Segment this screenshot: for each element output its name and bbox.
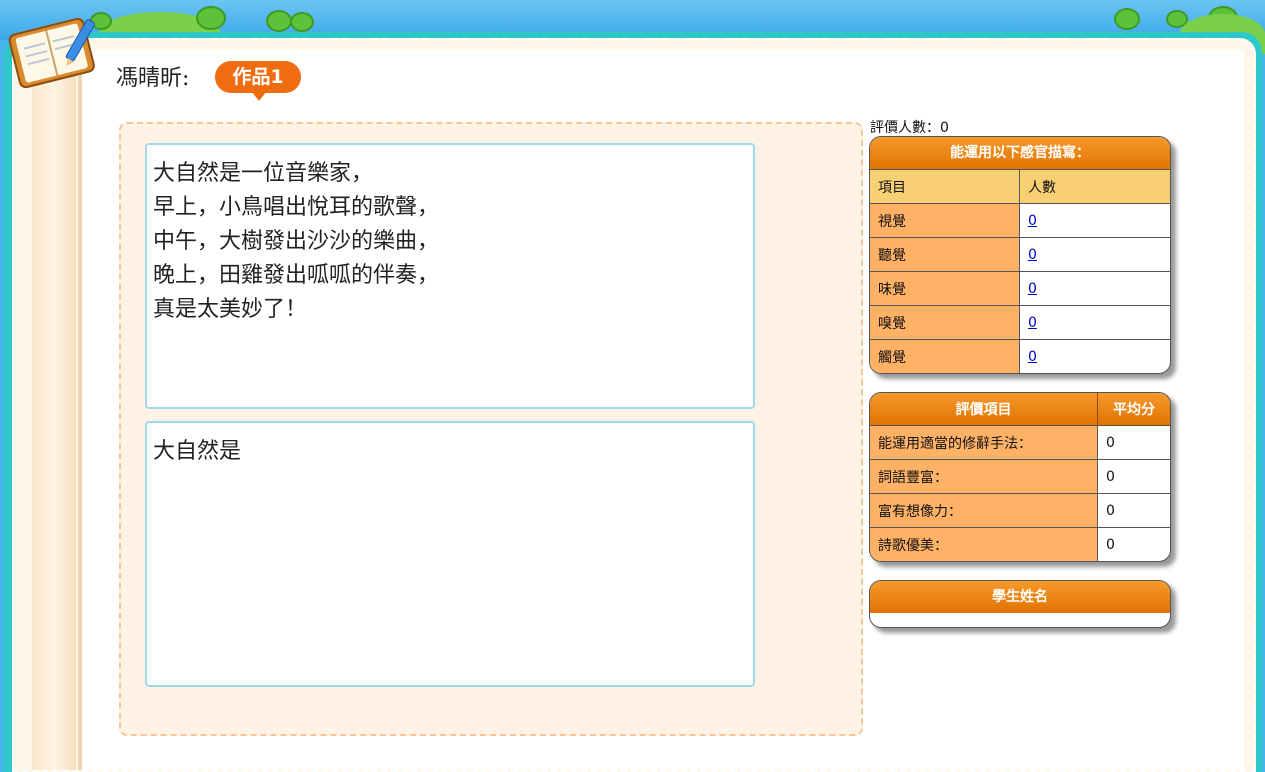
sense-label: 嗅覺 bbox=[870, 305, 1020, 340]
author-name: 馮晴昕: bbox=[116, 66, 190, 91]
sense-label: 味覺 bbox=[870, 271, 1020, 306]
table-row: 詩歌優美： 0 bbox=[870, 527, 1170, 561]
students-panel: 學生姓名 bbox=[869, 580, 1171, 628]
table-row: 視覺 0 bbox=[870, 203, 1170, 238]
sense-label: 視覺 bbox=[870, 203, 1020, 238]
rating-label: 能運用適當的修辭手法： bbox=[870, 425, 1098, 460]
rating-value: 0 bbox=[1097, 527, 1170, 561]
rating-label: 富有想像力： bbox=[870, 493, 1098, 528]
sense-count-link[interactable]: 0 bbox=[1028, 213, 1037, 229]
rating-value: 0 bbox=[1097, 493, 1170, 528]
table-row: 能運用適當的修辭手法： 0 bbox=[870, 425, 1170, 460]
column-header-count: 人數 bbox=[1019, 169, 1170, 204]
draft-textbox[interactable]: 大自然是 bbox=[145, 421, 755, 687]
notebook-spine bbox=[32, 60, 76, 770]
rating-table: 評價項目 平均分 能運用適當的修辭手法： 0 詞語豐富： 0 富有想像力： 0 … bbox=[870, 393, 1170, 561]
tree-decoration bbox=[1114, 8, 1140, 30]
rating-value: 0 bbox=[1097, 459, 1170, 494]
rating-label: 詞語豐富： bbox=[870, 459, 1098, 494]
rating-label: 詩歌優美： bbox=[870, 527, 1098, 561]
poem-textbox[interactable]: 大自然是一位音樂家， 早上，小鳥唱出悅耳的歌聲， 中午，大樹發出沙沙的樂曲， 晚… bbox=[145, 143, 755, 409]
tree-decoration bbox=[266, 10, 292, 32]
rater-count: 評價人數：0 bbox=[870, 120, 949, 136]
table-row: 聽覺 0 bbox=[870, 237, 1170, 272]
table-row: 嗅覺 0 bbox=[870, 305, 1170, 340]
rating-value: 0 bbox=[1097, 425, 1170, 460]
sense-label: 聽覺 bbox=[870, 237, 1020, 272]
senses-panel-title: 能運用以下感官描寫： bbox=[870, 137, 1170, 169]
sense-count-link[interactable]: 0 bbox=[1028, 349, 1037, 365]
column-header-item: 項目 bbox=[870, 169, 1020, 204]
sense-count-link[interactable]: 0 bbox=[1028, 247, 1037, 263]
column-header-item: 評價項目 bbox=[870, 393, 1098, 426]
work-badge: 作品1 bbox=[215, 61, 301, 101]
senses-table: 項目 人數 視覺 0 聽覺 0 味覺 0 嗅覺 0 觸覺 0 bbox=[870, 169, 1170, 373]
notebook-pencil-icon bbox=[8, 17, 96, 88]
sense-count-link[interactable]: 0 bbox=[1028, 281, 1037, 297]
sense-label: 觸覺 bbox=[870, 339, 1020, 373]
table-header-row: 評價項目 平均分 bbox=[870, 393, 1170, 426]
tree-decoration bbox=[196, 6, 226, 30]
column-header-average: 平均分 bbox=[1097, 393, 1170, 426]
sense-count-link[interactable]: 0 bbox=[1028, 315, 1037, 331]
table-row: 富有想像力： 0 bbox=[870, 493, 1170, 528]
senses-panel: 能運用以下感官描寫： 項目 人數 視覺 0 聽覺 0 味覺 0 嗅覺 0 觸覺 … bbox=[869, 136, 1171, 374]
students-panel-title: 學生姓名 bbox=[870, 581, 1170, 613]
table-row: 觸覺 0 bbox=[870, 339, 1170, 373]
table-row: 詞語豐富： 0 bbox=[870, 459, 1170, 494]
table-header-row: 項目 人數 bbox=[870, 169, 1170, 204]
table-row: 味覺 0 bbox=[870, 271, 1170, 306]
rating-panel: 評價項目 平均分 能運用適當的修辭手法： 0 詞語豐富： 0 富有想像力： 0 … bbox=[869, 392, 1171, 562]
tree-decoration bbox=[290, 12, 314, 32]
content-box: 大自然是一位音樂家， 早上，小鳥唱出悅耳的歌聲， 中午，大樹發出沙沙的樂曲， 晚… bbox=[119, 122, 863, 736]
